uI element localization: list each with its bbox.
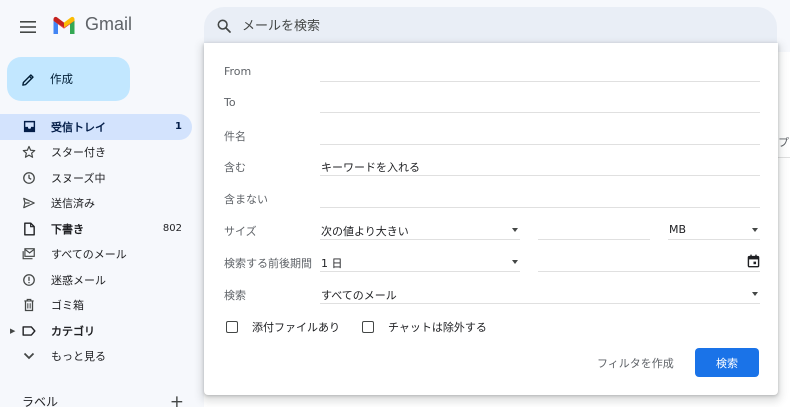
all-mail-icon bbox=[22, 247, 36, 261]
has-words-label: 含む bbox=[224, 161, 246, 174]
sidebar-item-snoozed[interactable]: スヌーズ中 bbox=[0, 165, 192, 191]
inbox-icon bbox=[22, 120, 36, 134]
toolbar-edge-text: プ bbox=[778, 136, 789, 149]
checkbox-box[interactable] bbox=[362, 321, 374, 333]
sidebar-item-inbox[interactable]: 受信トレイ 1 bbox=[0, 114, 192, 140]
size-value-input[interactable] bbox=[538, 220, 650, 240]
create-filter-button[interactable]: フィルタを作成 bbox=[597, 355, 674, 371]
sidebar-item-label: ゴミ箱 bbox=[51, 299, 84, 313]
sidebar-item-categories[interactable]: ▶ カテゴリ bbox=[0, 318, 192, 344]
chevron-down-icon bbox=[22, 349, 36, 363]
sidebar-item-trash[interactable]: ゴミ箱 bbox=[0, 293, 192, 319]
size-row: サイズ 次の値より大きい MB bbox=[224, 220, 760, 240]
subject-label: 件名 bbox=[224, 130, 246, 143]
to-input[interactable] bbox=[320, 93, 760, 113]
drafts-count: 802 bbox=[162, 223, 182, 235]
dropdown-arrow-icon bbox=[752, 292, 758, 296]
date-range-value: 1 日 bbox=[321, 257, 343, 270]
add-label-button[interactable]: + bbox=[170, 393, 184, 407]
sidebar-item-spam[interactable]: 迷惑メール bbox=[0, 267, 192, 293]
exclude-chats-checkbox[interactable]: チャットは除外する bbox=[362, 319, 487, 335]
has-attachment-checkbox[interactable]: 添付ファイルあり bbox=[226, 319, 340, 335]
to-label: To bbox=[224, 96, 236, 109]
size-unit-value: MB bbox=[669, 223, 687, 236]
search-button[interactable]: 検索 bbox=[695, 348, 759, 377]
search-icon[interactable] bbox=[216, 18, 232, 34]
checkbox-box[interactable] bbox=[226, 321, 238, 333]
has-attachment-label: 添付ファイルあり bbox=[252, 321, 340, 334]
doesnt-have-row: 含まない bbox=[224, 188, 760, 208]
sidebar-item-label: 受信トレイ bbox=[51, 120, 106, 134]
trash-icon bbox=[22, 298, 36, 312]
gmail-m-icon bbox=[53, 16, 75, 34]
divider bbox=[778, 157, 790, 158]
compose-label: 作成 bbox=[50, 72, 73, 86]
search-in-value: すべてのメール bbox=[321, 289, 397, 302]
clock-icon bbox=[22, 171, 36, 185]
sidebar-item-label: すべてのメール bbox=[51, 248, 127, 262]
sidebar-item-all-mail[interactable]: すべてのメール bbox=[0, 242, 192, 268]
mail-search-bar[interactable] bbox=[204, 7, 777, 45]
spam-icon bbox=[22, 273, 36, 287]
sidebar-item-sent[interactable]: 送信済み bbox=[0, 191, 192, 217]
sidebar-item-drafts[interactable]: 下書き 802 bbox=[0, 216, 192, 242]
gmail-logo-text: Gmail bbox=[85, 14, 133, 34]
has-words-input[interactable]: キーワードを入れる bbox=[320, 156, 760, 176]
exclude-chats-label: チャットは除外する bbox=[388, 321, 487, 334]
date-row: 検索する前後期間 1 日 bbox=[224, 252, 760, 272]
star-icon bbox=[22, 145, 36, 159]
from-label: From bbox=[224, 65, 252, 78]
unread-count: 1 bbox=[175, 121, 182, 133]
subject-row: 件名 bbox=[224, 125, 760, 145]
sidebar-nav: 受信トレイ 1 スター付き スヌーズ中 送信済み 下書き 802 すべてのメール… bbox=[0, 114, 192, 369]
dropdown-arrow-icon bbox=[512, 228, 518, 232]
from-input[interactable] bbox=[320, 62, 760, 82]
sidebar-item-label: もっと見る bbox=[51, 350, 106, 364]
date-range-select[interactable]: 1 日 bbox=[320, 252, 520, 272]
has-words-row: 含む キーワードを入れる bbox=[224, 156, 760, 176]
sidebar-item-label: 送信済み bbox=[51, 197, 95, 211]
search-in-row: 検索 すべてのメール bbox=[224, 284, 760, 304]
search-in-label: 検索 bbox=[224, 289, 246, 302]
compose-button[interactable]: 作成 bbox=[7, 57, 130, 101]
date-input[interactable] bbox=[538, 252, 760, 272]
subject-input[interactable] bbox=[320, 125, 760, 145]
label-icon bbox=[22, 324, 36, 338]
search-in-select[interactable]: すべてのメール bbox=[320, 284, 760, 304]
labels-section-header: ラベル + bbox=[22, 393, 184, 407]
sidebar-item-label: 下書き bbox=[51, 222, 84, 236]
doesnt-have-label: 含まない bbox=[224, 193, 268, 206]
hamburger-menu-icon bbox=[20, 21, 36, 33]
sidebar-item-starred[interactable]: スター付き bbox=[0, 140, 192, 166]
calendar-icon[interactable] bbox=[747, 254, 760, 268]
main-menu-button[interactable] bbox=[14, 13, 42, 41]
sidebar-item-label: 迷惑メール bbox=[51, 273, 106, 287]
doesnt-have-input[interactable] bbox=[320, 188, 760, 208]
size-unit-select[interactable]: MB bbox=[668, 220, 760, 240]
send-icon bbox=[22, 196, 36, 210]
size-operator-value: 次の値より大きい bbox=[321, 225, 409, 238]
advanced-search-panel: From To 件名 含む キーワードを入れる 含まない サイズ 次の値より大き… bbox=[204, 43, 778, 395]
search-input[interactable] bbox=[242, 18, 722, 34]
to-row: To bbox=[224, 93, 760, 113]
sidebar-item-more[interactable]: もっと見る bbox=[0, 344, 192, 370]
size-operator-select[interactable]: 次の値より大きい bbox=[320, 220, 520, 240]
sidebar-item-label: スター付き bbox=[51, 146, 106, 160]
size-label: サイズ bbox=[224, 225, 257, 238]
sidebar-item-label: カテゴリ bbox=[51, 324, 95, 338]
from-row: From bbox=[224, 62, 760, 82]
labels-title: ラベル bbox=[22, 395, 59, 407]
expand-caret-icon[interactable]: ▶ bbox=[10, 327, 15, 335]
dropdown-arrow-icon bbox=[752, 228, 758, 232]
pencil-icon bbox=[22, 73, 34, 86]
dropdown-arrow-icon bbox=[512, 260, 518, 264]
sidebar-item-label: スヌーズ中 bbox=[51, 171, 106, 185]
draft-icon bbox=[22, 222, 36, 236]
date-within-label: 検索する前後期間 bbox=[224, 257, 312, 270]
gmail-logo[interactable]: Gmail bbox=[52, 14, 132, 35]
